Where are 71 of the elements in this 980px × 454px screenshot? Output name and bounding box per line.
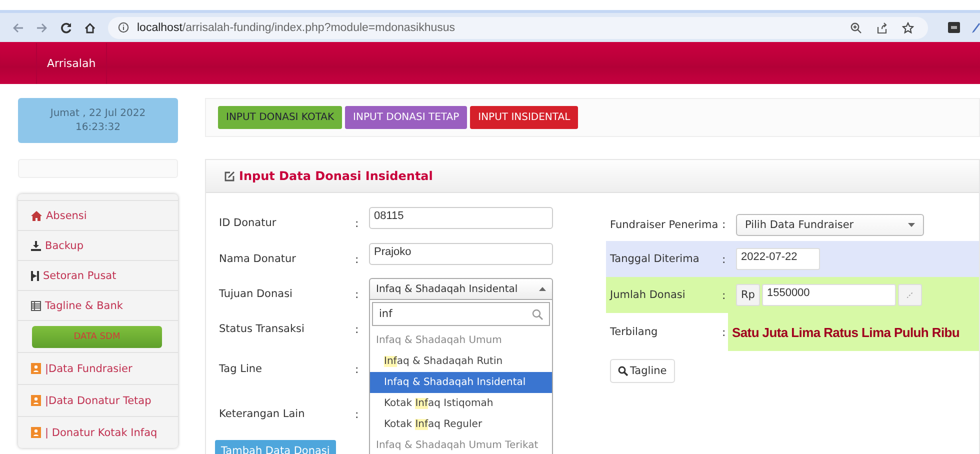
menu-item[interactable]: Tagline & Bank	[18, 300, 123, 312]
select-field[interactable]: Pilih Data Fundraiser	[736, 214, 924, 236]
dropdown-option[interactable]: Kotak Infaq Reguler	[370, 414, 552, 435]
caret-icon	[539, 287, 546, 291]
pen-icon[interactable]	[972, 22, 980, 33]
field-label: Fundraiser Penerima	[610, 218, 720, 230]
user-icon	[31, 395, 41, 406]
tab-button[interactable]: INPUT DONASI TETAP	[345, 106, 468, 129]
field-label: ID Donatur	[219, 217, 278, 229]
tagline-button[interactable]: Tagline	[610, 359, 675, 383]
step-icon	[31, 270, 39, 280]
search-icon	[532, 308, 543, 320]
form-title: Input Data Donasi Insidental	[239, 169, 433, 183]
share-icon[interactable]	[876, 22, 888, 34]
colon-text: :	[722, 288, 727, 302]
reload-icon[interactable]	[60, 22, 72, 34]
date-field[interactable]: 2022-07-22	[736, 248, 820, 270]
menu-item[interactable]: | Donatur Kotak Infaq	[18, 426, 158, 438]
user-icon	[31, 363, 41, 374]
edit-icon	[224, 170, 235, 182]
resize-icon	[906, 292, 913, 298]
dropdown-option[interactable]: Infaq & Shadaqah Rutin	[370, 351, 552, 372]
colon-text: :	[355, 216, 360, 230]
field-label: Nama Donatur	[219, 253, 297, 265]
field-label: Tujuan Donasi	[219, 288, 294, 300]
colon-text: :	[355, 288, 360, 300]
user-icon	[31, 427, 41, 438]
input-field[interactable]: 08115	[369, 207, 553, 229]
tab-button[interactable]: INPUT DONASI KOTAK	[218, 106, 342, 129]
menu-item[interactable]: Backup	[18, 240, 84, 252]
field-label: Terbilang	[610, 326, 659, 338]
field-label: Status Transaksi	[219, 323, 306, 335]
download-icon	[31, 240, 41, 250]
date-text: Jumat , 22 Jul 2022	[50, 106, 146, 120]
option-group-label: Infaq & Shadaqah Umum	[375, 334, 503, 348]
star-icon[interactable]	[902, 22, 914, 34]
colon-text: :	[355, 408, 360, 420]
home-icon	[31, 210, 42, 220]
search-icon	[618, 366, 628, 376]
colon-text: :	[355, 362, 360, 376]
table-icon	[31, 300, 41, 310]
home-icon[interactable]	[84, 22, 96, 34]
field-label: Jumlah Donasi	[610, 289, 686, 301]
field-label: Tag Line	[219, 363, 263, 375]
menu-item[interactable]: |Data Donatur Tetap	[18, 394, 152, 406]
currency-prefix: Rp	[736, 284, 760, 306]
option-group-label: Infaq & Shadaqah Umum Terikat	[375, 439, 540, 453]
input-field[interactable]: Prajoko	[369, 243, 553, 265]
menu-item[interactable]: |Data Fundrasier	[18, 362, 132, 374]
caret-icon	[908, 222, 915, 226]
menu-item[interactable]: Absensi	[18, 210, 87, 222]
info-icon	[118, 22, 129, 33]
amount-field[interactable]: 1550000	[762, 284, 896, 306]
zoom-icon[interactable]	[850, 22, 862, 34]
brand-link[interactable]: Arrisalah	[36, 42, 107, 84]
colon-text: :	[722, 218, 727, 231]
dropdown-option[interactable]: Kotak Infaq Istiqomah	[370, 393, 552, 414]
dropdown-option[interactable]: Infaq & Shadaqah Insidental	[370, 372, 552, 393]
search-field[interactable]: inf	[372, 302, 550, 326]
colon-text: :	[355, 252, 360, 266]
colon-text: :	[355, 322, 360, 336]
amount-in-words: Satu Juta Lima Ratus Lima Puluh Ribu	[728, 313, 979, 351]
menu-item[interactable]: Setoran Pusat	[18, 270, 116, 282]
tab-button[interactable]: INPUT INSIDENTAL	[470, 106, 578, 129]
select-field[interactable]: Infaq & Shadaqah Insidental	[369, 278, 553, 300]
colon-text: :	[722, 252, 727, 266]
extension-icon[interactable]	[948, 22, 960, 33]
field-label: Keterangan Lain	[219, 408, 306, 420]
address-bar[interactable]: localhost/arrisalah-funding/index.php?module=mdonasikhusus	[108, 16, 928, 38]
field-label: Tanggal Diterima	[610, 253, 700, 265]
time-text: 16:23:32	[76, 120, 120, 134]
